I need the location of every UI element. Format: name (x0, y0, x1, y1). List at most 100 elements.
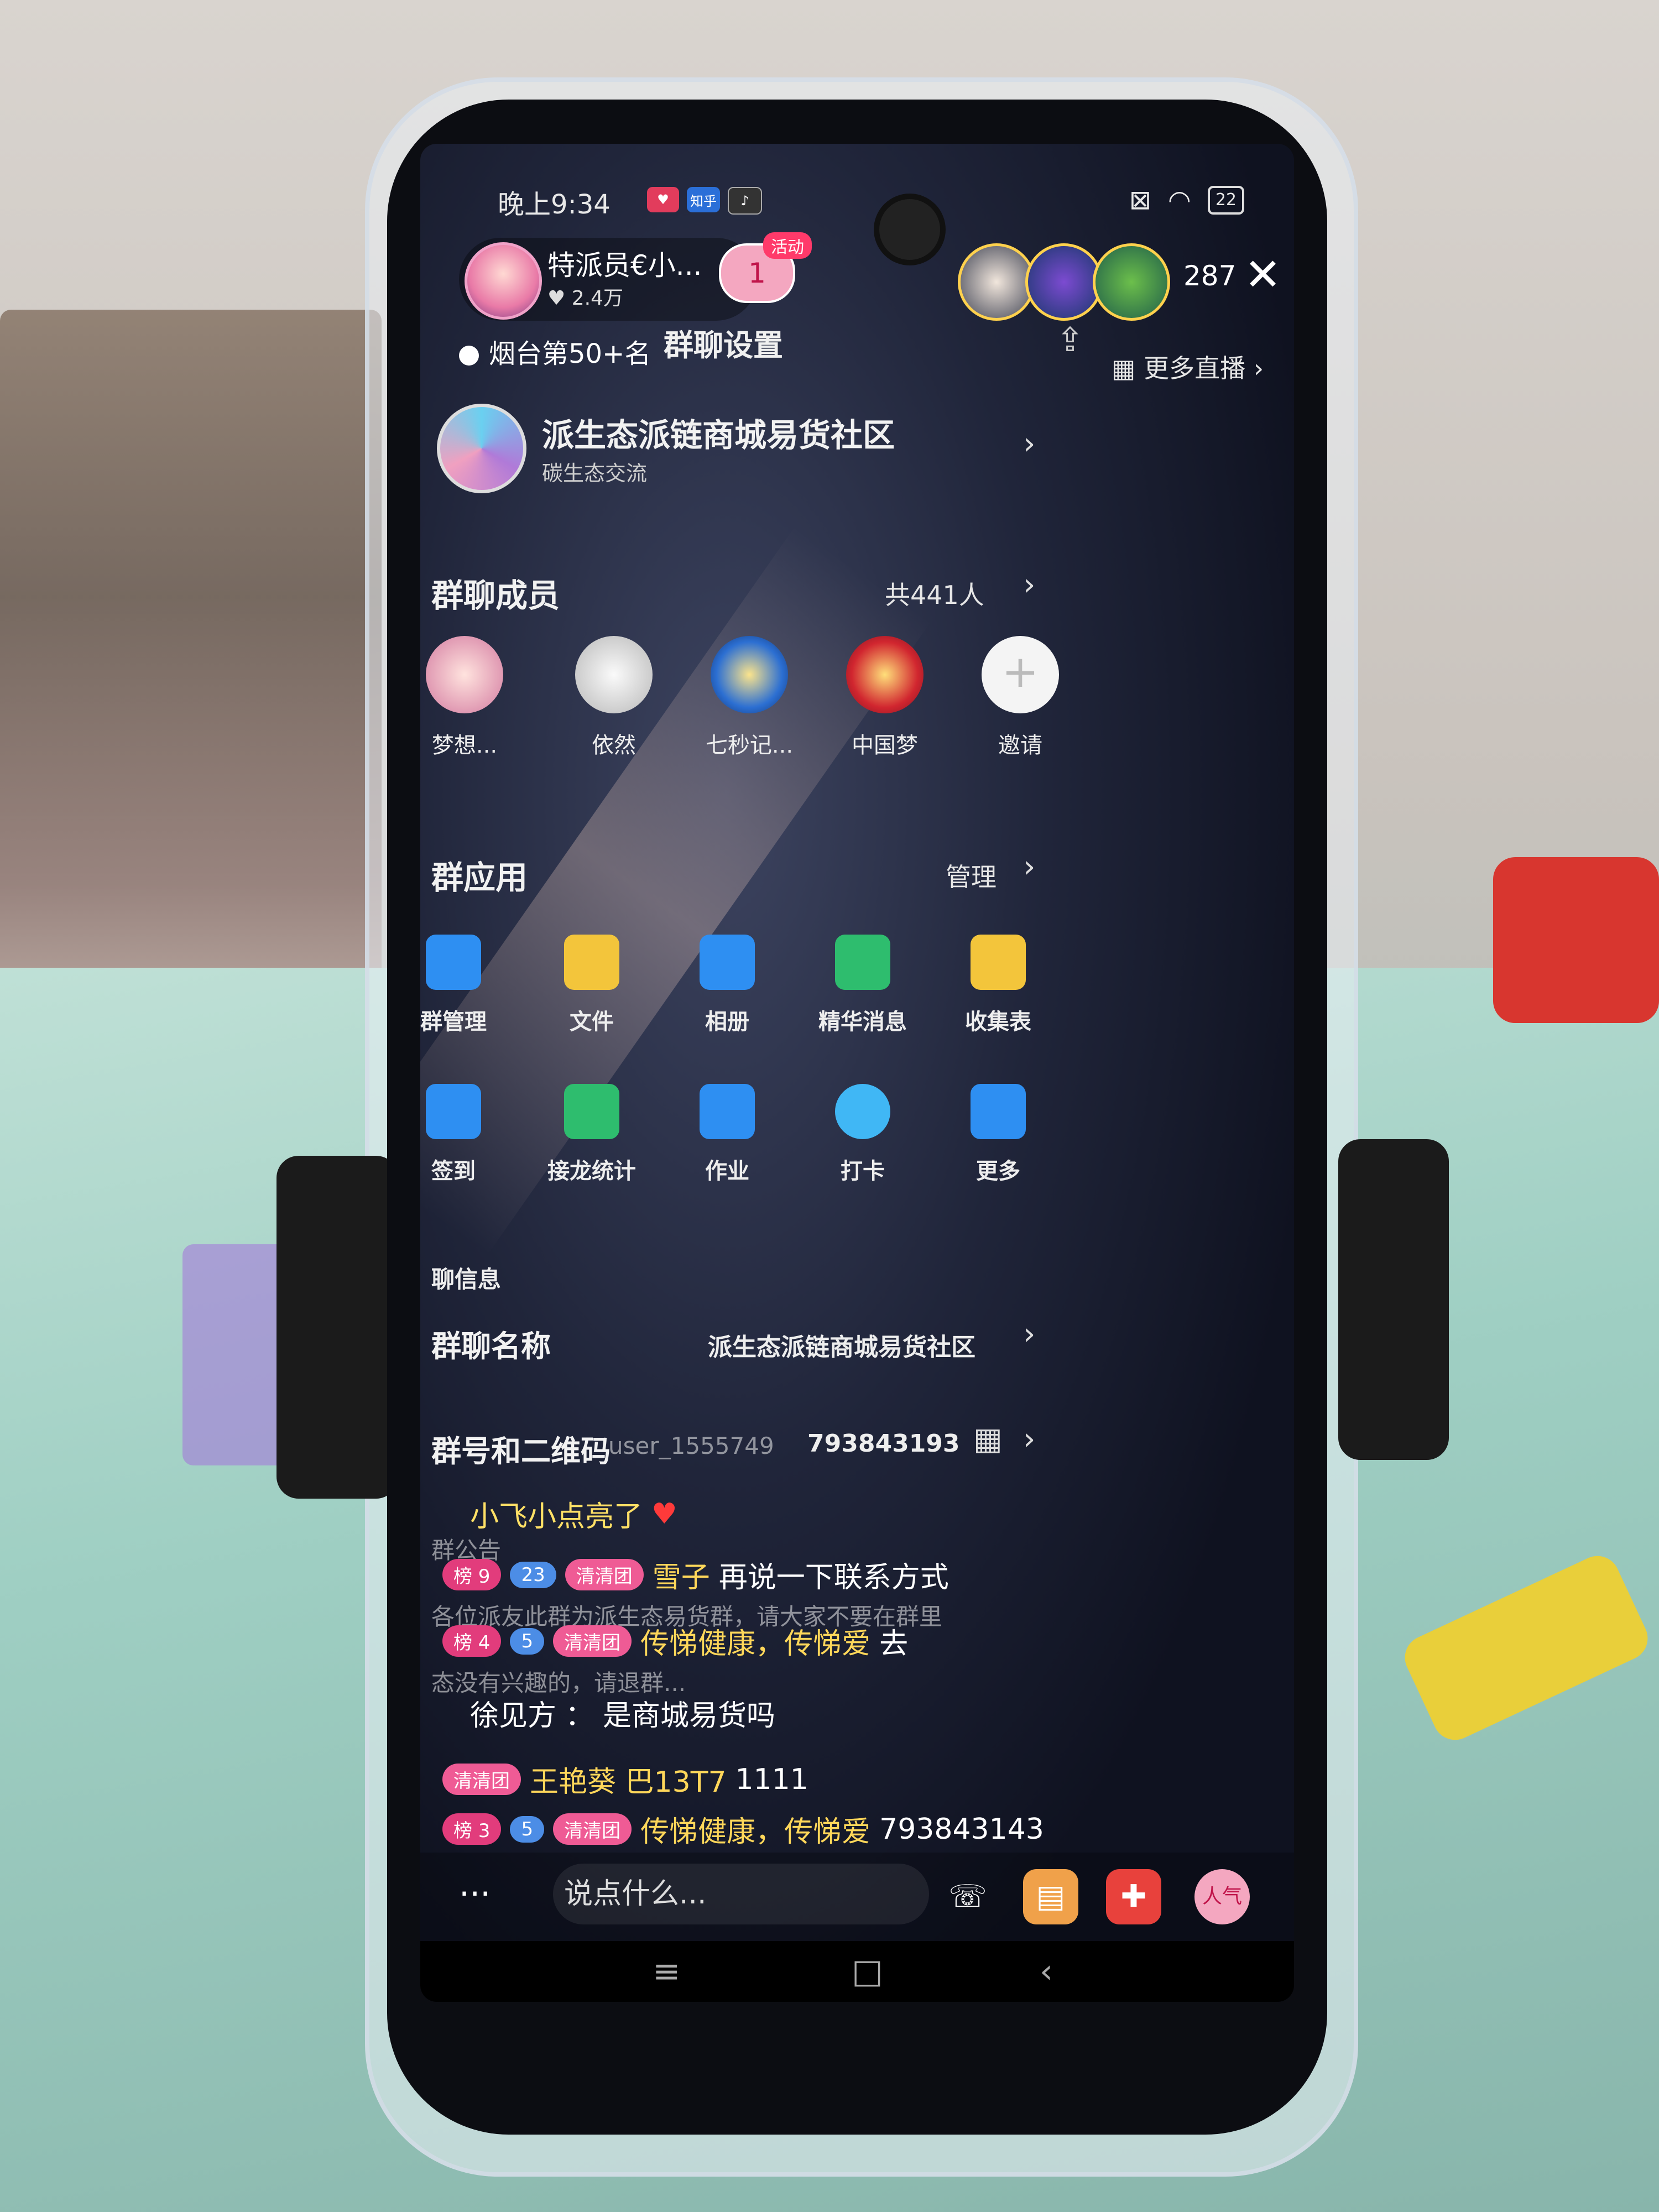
group-id-label[interactable]: 群号和二维码 (431, 1427, 611, 1470)
member-avatar (846, 636, 924, 713)
rank-text: 烟台第50+名 (489, 338, 651, 369)
background-bottle (1493, 857, 1659, 1023)
app-checkin[interactable]: 签到 (420, 1084, 514, 1185)
app-label: 文件 (570, 1009, 614, 1035)
chat-text: 是商城易货吗 (603, 1699, 776, 1733)
app-more[interactable]: 更多 (937, 1084, 1059, 1185)
member-avatar (575, 636, 653, 713)
plus-icon: + (982, 636, 1059, 713)
app-label: 更多 (976, 1159, 1020, 1184)
chat-system-message: 小飞小点亮了 ♥ (470, 1493, 677, 1535)
chat-message[interactable]: 清清团 王艳葵 巴13T7 1111 (442, 1759, 808, 1800)
chat-username: 徐见方 (470, 1699, 557, 1733)
chat-message[interactable]: 榜 3 5 清清团 传悌健康，传悌爱 793843143 (442, 1808, 1044, 1850)
group-card[interactable]: 派生态派链商城易货社区 碳生态交流 › (420, 398, 1194, 520)
activity-tag: 活动 (763, 232, 812, 259)
group-id-faded: user_1555749 (608, 1432, 774, 1459)
chat-message[interactable]: 榜 9 23 清清团 雪子 再说一下联系方式 (442, 1554, 949, 1595)
member-item[interactable]: 中国梦 (824, 636, 946, 759)
app-punch[interactable]: 打卡 (802, 1084, 924, 1185)
rank-badge[interactable]: 烟台第50+名 (459, 332, 651, 371)
viewer-avatar[interactable] (1093, 243, 1170, 321)
system-nav-bar: ≡ □ ‹ (420, 1941, 1294, 2002)
chevron-right-icon[interactable]: › (1023, 1316, 1035, 1352)
viewer-avatars[interactable] (958, 243, 1170, 321)
phone-call-icon[interactable]: ☏ (940, 1869, 995, 1924)
more-live-button[interactable]: ▦ 更多直播 › (1112, 348, 1264, 385)
more-dots-button[interactable]: ··· (459, 1875, 491, 1913)
fan-tag: 清清团 (553, 1813, 632, 1845)
app-label: 相册 (705, 1009, 749, 1035)
chat-message[interactable]: 徐见方： 是商城易货吗 (470, 1692, 775, 1734)
apps-manage-button[interactable]: 管理 (946, 857, 997, 894)
member-avatar (711, 636, 788, 713)
clock-icon (459, 346, 479, 366)
level-tag: 23 (510, 1561, 556, 1588)
members-section-label: 群聊成员 (431, 577, 560, 614)
invite-label: 邀请 (998, 733, 1042, 758)
members-count[interactable]: 共441人 (885, 575, 984, 612)
home-icon[interactable]: □ (852, 1952, 883, 1991)
chat-message[interactable]: 榜 4 5 清清团 传悌健康，传悌爱 去 (442, 1620, 908, 1662)
invite-button[interactable]: + 邀请 (959, 636, 1081, 759)
group-name: 派生态派链商城易货社区 (542, 416, 895, 454)
app-label: 打卡 (841, 1159, 885, 1184)
app-form[interactable]: 收集表 (937, 935, 1059, 1036)
group-name-label[interactable]: 群聊名称 (431, 1322, 551, 1365)
phone-screen: 晚上9:34 ♥ 知乎 ♪ ⊠ ◠ 22 特派员€小... ♥ 2.4万 1 活… (420, 144, 1294, 2002)
member-name: 梦想... (431, 733, 498, 758)
group-name-value[interactable]: 派生态派链商城易货社区 (708, 1327, 975, 1363)
grid-icon: ▦ (1112, 353, 1144, 383)
info-section-label: 聊信息 (431, 1266, 502, 1293)
viewer-avatar[interactable] (1025, 243, 1103, 321)
app-grid: 群管理 文件 相册 精华消息 收集表 签到 接龙统计 作业 打卡 更多 (420, 935, 1294, 1244)
battery-icon: 22 (1207, 186, 1244, 215)
gift-icon[interactable]: ✚ (1106, 1869, 1161, 1924)
chat-text: 再说一下联系方式 (718, 1561, 949, 1594)
group-manage-icon (426, 935, 481, 990)
member-item[interactable]: 依然 (553, 636, 675, 759)
app-homework[interactable]: 作业 (666, 1084, 788, 1185)
app-group-manage[interactable]: 群管理 (420, 935, 514, 1036)
fan-tag: 清清团 (442, 1764, 521, 1795)
group-id-value[interactable]: 793843193 (807, 1430, 960, 1458)
phone-holder-clamp-right (1338, 1139, 1449, 1460)
page-title: 群聊设置 (664, 328, 783, 363)
host-name: 特派员€小... (547, 249, 702, 281)
host-avatar[interactable] (465, 242, 542, 320)
rank-tag: 榜 4 (442, 1625, 502, 1657)
close-icon[interactable]: ✕ (1244, 249, 1281, 300)
notification-icon: ♥ (647, 187, 679, 212)
activity-badge[interactable]: 1 活动 (713, 232, 813, 304)
app-label: 收集表 (965, 1009, 1031, 1035)
member-name: 七秒记... (705, 733, 794, 758)
member-name: 中国梦 (852, 733, 918, 758)
chevron-right-icon[interactable]: › (1023, 1421, 1035, 1457)
qrcode-icon[interactable]: ▦ (973, 1421, 1003, 1457)
app-highlights[interactable]: 精华消息 (802, 935, 924, 1036)
tiktok-icon: ♪ (728, 187, 762, 215)
app-relay[interactable]: 接龙统计 (531, 1084, 653, 1185)
member-name: 依然 (592, 733, 636, 758)
viewer-count[interactable]: 287 (1183, 260, 1236, 292)
folder-icon (564, 935, 619, 990)
share-icon[interactable]: ⇪ (1056, 321, 1084, 359)
chevron-right-icon[interactable]: › (1023, 849, 1035, 885)
chat-username: 王艳葵 巴13T7 (530, 1766, 727, 1799)
gift-shop-icon[interactable]: ▤ (1023, 1869, 1078, 1924)
menu-icon[interactable]: ≡ (653, 1952, 680, 1991)
host-fans: ♥ 2.4万 (547, 282, 623, 311)
member-item[interactable]: 梦想... (420, 636, 525, 759)
fan-club-icon[interactable]: 人气团 (1194, 1869, 1250, 1963)
viewer-avatar[interactable] (958, 243, 1035, 321)
app-files[interactable]: 文件 (531, 935, 653, 1036)
app-label: 精华消息 (818, 1009, 907, 1035)
comment-input[interactable]: 说点什么... (553, 1864, 929, 1924)
app-label: 签到 (431, 1159, 476, 1184)
app-album[interactable]: 相册 (666, 935, 788, 1036)
member-item[interactable]: 七秒记... (688, 636, 810, 759)
back-icon[interactable]: ‹ (1040, 1952, 1053, 1991)
member-list: 梦想... 依然 七秒记... 中国梦 + 邀请 (420, 636, 1294, 774)
host-card[interactable]: 特派员€小... ♥ 2.4万 (459, 238, 758, 321)
chevron-right-icon[interactable]: › (1023, 567, 1035, 603)
